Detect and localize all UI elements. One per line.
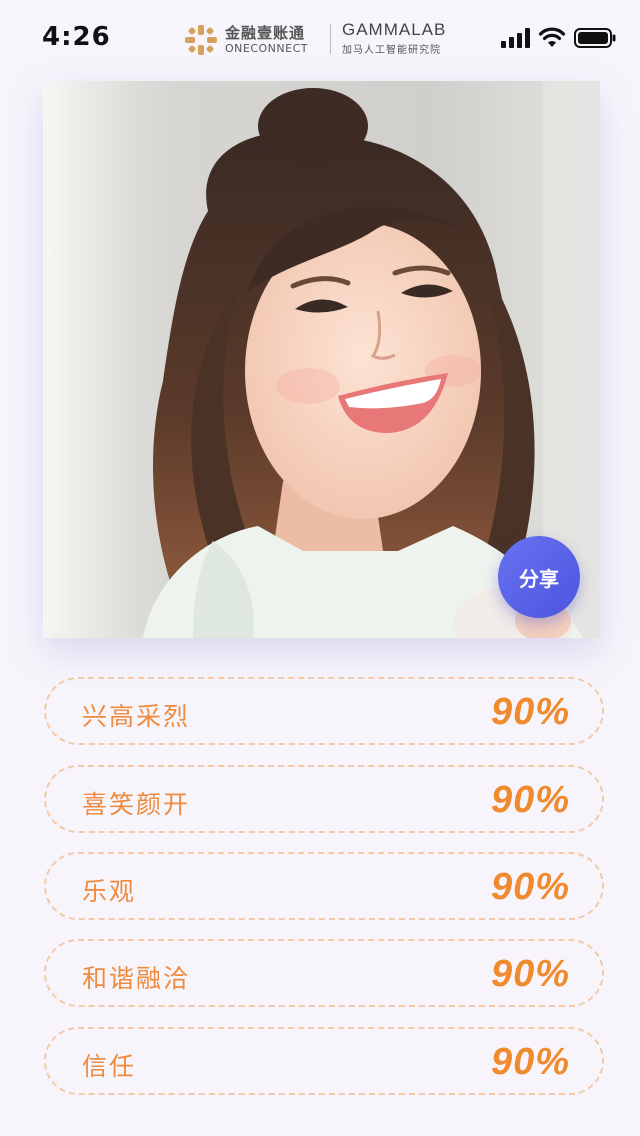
gammalab-logo: GAMMALAB 加马人工智能研究院 <box>342 20 446 56</box>
wifi-icon <box>538 27 566 47</box>
signal-icon <box>501 28 530 48</box>
lab-title: GAMMALAB <box>342 20 447 39</box>
brand-name-en: ONECONNECT <box>225 42 308 55</box>
emotion-item-3: 乐观 90% <box>44 852 604 920</box>
brand-divider <box>330 24 331 54</box>
emotion-label: 乐观 <box>82 877 137 906</box>
oneconnect-mark-icon <box>185 25 217 55</box>
emotion-label: 信任 <box>82 1052 137 1081</box>
brand-name-cn: 金融壹账通 <box>225 24 306 42</box>
emotion-score: 90% <box>490 866 570 908</box>
emotion-item-2: 喜笑颜开 90% <box>44 765 604 833</box>
status-bar: 4:26 金融壹账通 ONECONNECT GAMMALAB 加马人工智能研究院 <box>0 0 640 78</box>
emotion-score: 90% <box>490 691 570 733</box>
emotion-score: 90% <box>490 953 570 995</box>
emotion-item-1: 兴高采烈 90% <box>44 677 604 745</box>
emotion-score: 90% <box>490 1041 570 1083</box>
emotion-score: 90% <box>490 779 570 821</box>
emotion-label: 喜笑颜开 <box>82 790 191 819</box>
emotion-item-4: 和谐融洽 90% <box>44 939 604 1007</box>
lab-subtitle: 加马人工智能研究院 <box>342 45 441 56</box>
battery-icon <box>574 28 616 48</box>
emotion-label: 和谐融洽 <box>82 964 191 993</box>
emotion-item-5: 信任 90% <box>44 1027 604 1095</box>
share-button[interactable]: 分享 <box>498 536 580 618</box>
status-time: 4:26 <box>42 22 111 52</box>
emotion-label: 兴高采烈 <box>82 702 191 731</box>
